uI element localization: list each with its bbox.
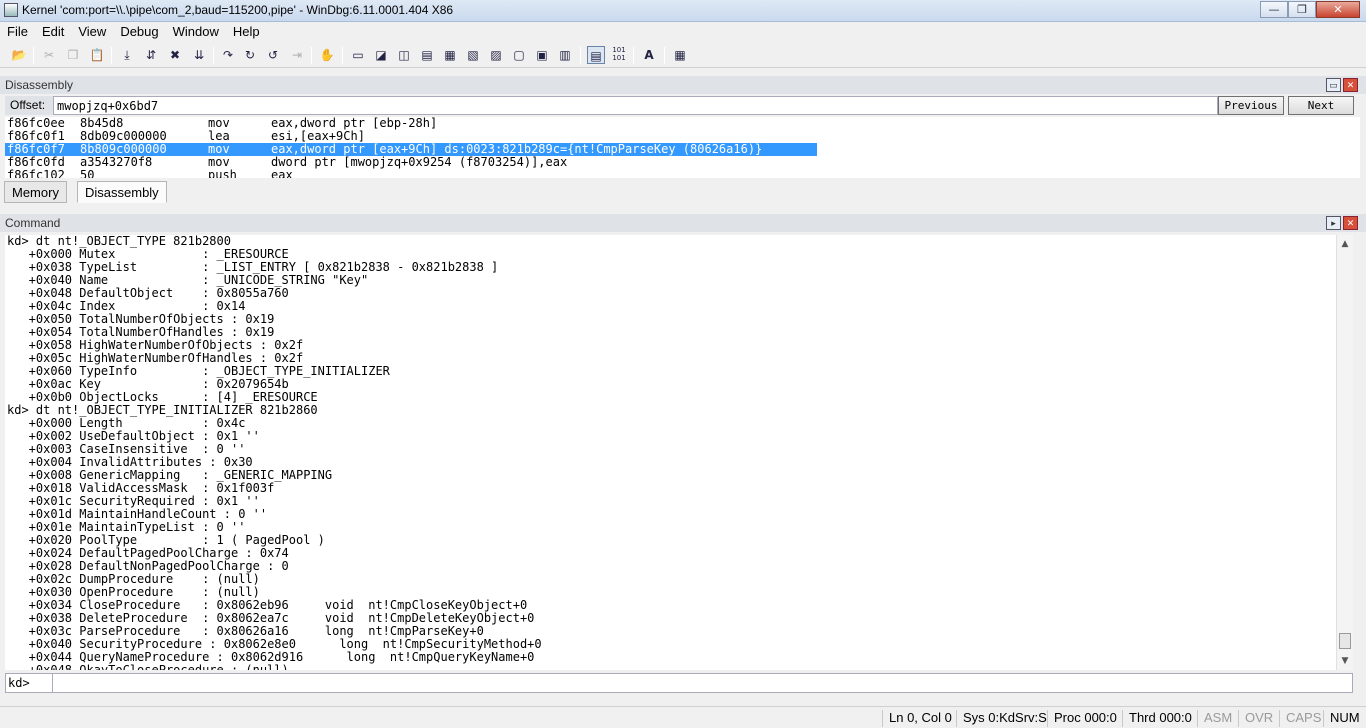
offset-input[interactable] xyxy=(53,96,1218,115)
disasm-line[interactable]: f86fc102 50 push eax xyxy=(5,169,1360,179)
command-panel-header: Command ▸ ✕ xyxy=(0,214,1366,232)
output-icon[interactable]: ▥ xyxy=(556,46,574,64)
previous-button[interactable]: Previous xyxy=(1218,96,1284,115)
source-mode-icon[interactable]: ▤ xyxy=(587,46,605,64)
scratch-pad-icon[interactable]: ▢ xyxy=(510,46,528,64)
watch-icon[interactable]: ◪ xyxy=(372,46,390,64)
step-out-icon[interactable]: ↺ xyxy=(264,46,282,64)
toolbar: 📂 ✂ ❐ 📋 ⤓ ⇵ ✖ ⇊ ↷ ↻ ↺ ⇥ ✋ ▭ ◪ ◫ ▤ ▦ ▧ ▨ … xyxy=(0,42,1366,68)
scroll-thumb[interactable] xyxy=(1339,633,1351,649)
breakpoint-hand-icon[interactable]: ✋ xyxy=(318,46,336,64)
open-icon[interactable]: 📂 xyxy=(10,46,28,64)
status-ovr: OVR xyxy=(1238,710,1273,727)
menu-bar: File Edit View Debug Window Help xyxy=(0,22,1366,42)
hex-mode-icon[interactable]: 101 101 xyxy=(610,46,628,64)
command-window-icon[interactable]: ▭ xyxy=(349,46,367,64)
window-tabs: Memory Disassembly xyxy=(0,178,1366,206)
command-title: Command xyxy=(5,216,61,230)
stop-debugging-icon[interactable]: ✖ xyxy=(166,46,184,64)
offset-label: Offset: xyxy=(5,96,53,115)
locals-icon[interactable]: ◫ xyxy=(395,46,413,64)
copy-icon[interactable]: ❐ xyxy=(64,46,82,64)
command-output-line: +0x048 OkayToCloseProcedure : (null) xyxy=(7,663,289,671)
paste-icon[interactable]: 📋 xyxy=(88,46,106,64)
status-num: NUM xyxy=(1323,710,1360,727)
status-proc: Proc 000:0 xyxy=(1047,710,1117,727)
font-icon[interactable]: A xyxy=(640,46,658,64)
disassembly-dock-icon[interactable]: ▭ xyxy=(1326,78,1341,92)
command-input-row: kd> xyxy=(5,673,1353,693)
options-icon[interactable]: ▦ xyxy=(671,46,689,64)
tab-disassembly[interactable]: Disassembly xyxy=(77,181,167,203)
tab-memory[interactable]: Memory xyxy=(4,181,67,203)
disassembly-close-icon[interactable]: ✕ xyxy=(1343,78,1358,92)
disassembly-title: Disassembly xyxy=(5,78,74,92)
status-bar: Ln 0, Col 0 Sys 0:KdSrv:S Proc 000:0 Thr… xyxy=(0,706,1366,728)
call-stack-icon[interactable]: ▧ xyxy=(464,46,482,64)
status-sys: Sys 0:KdSrv:S xyxy=(956,710,1047,727)
scroll-down-icon[interactable]: ▼ xyxy=(1337,654,1353,668)
step-over-icon[interactable]: ↻ xyxy=(241,46,259,64)
offset-row: Offset: Previous Next xyxy=(5,96,1360,116)
title-bar: Kernel 'com:port=\\.\pipe\com_2,baud=115… xyxy=(0,0,1366,22)
run-to-cursor-icon[interactable]: ⇥ xyxy=(288,46,306,64)
command-dock-icon[interactable]: ▸ xyxy=(1326,216,1341,230)
menu-help[interactable]: Help xyxy=(226,22,267,42)
window-title: Kernel 'com:port=\\.\pipe\com_2,baud=115… xyxy=(22,3,454,17)
status-position: Ln 0, Col 0 xyxy=(882,710,952,727)
disassembly-icon[interactable]: ▨ xyxy=(487,46,505,64)
restart-icon[interactable]: ⇵ xyxy=(142,46,160,64)
cut-icon[interactable]: ✂ xyxy=(40,46,58,64)
processes-icon[interactable]: ▣ xyxy=(533,46,551,64)
command-close-icon[interactable]: ✕ xyxy=(1343,216,1358,230)
disassembly-view[interactable]: f86fc0ee 8b45d8 mov eax,dword ptr [ebp-2… xyxy=(5,117,1360,178)
menu-file[interactable]: File xyxy=(0,22,35,42)
memory-icon[interactable]: ▦ xyxy=(441,46,459,64)
status-caps: CAPS xyxy=(1279,710,1321,727)
go-icon[interactable]: ⤓ xyxy=(118,46,136,64)
maximize-button[interactable]: ❐ xyxy=(1288,1,1316,18)
menu-edit[interactable]: Edit xyxy=(35,22,71,42)
command-prompt: kd> xyxy=(8,676,30,690)
disassembly-panel-header: Disassembly ▭ ✕ xyxy=(0,76,1366,94)
command-input[interactable] xyxy=(52,674,1352,692)
step-into-icon[interactable]: ↷ xyxy=(219,46,237,64)
break-icon[interactable]: ⇊ xyxy=(190,46,208,64)
status-thrd: Thrd 000:0 xyxy=(1122,710,1192,727)
menu-view[interactable]: View xyxy=(71,22,113,42)
next-button[interactable]: Next xyxy=(1288,96,1354,115)
registers-icon[interactable]: ▤ xyxy=(418,46,436,64)
scroll-up-icon[interactable]: ▲ xyxy=(1337,237,1353,251)
menu-debug[interactable]: Debug xyxy=(113,22,165,42)
command-output[interactable]: kd> dt nt!_OBJECT_TYPE 821b2800 +0x000 M… xyxy=(5,235,1336,670)
minimize-button[interactable]: — xyxy=(1260,1,1288,18)
close-button[interactable]: ✕ xyxy=(1316,1,1360,18)
windbg-app-icon xyxy=(4,3,18,17)
menu-window[interactable]: Window xyxy=(166,22,226,42)
status-asm: ASM xyxy=(1197,710,1232,727)
command-scrollbar[interactable]: ▲ ▼ xyxy=(1336,235,1353,670)
